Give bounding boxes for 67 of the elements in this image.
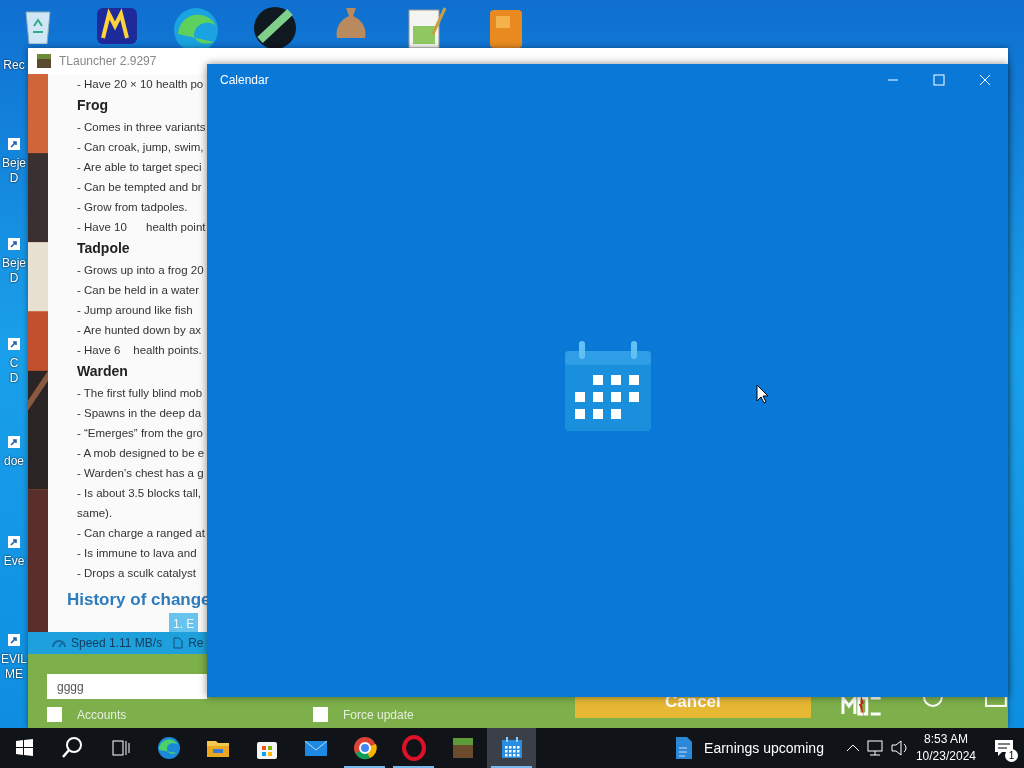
shortcut-icon[interactable]: [8, 338, 20, 350]
desktop-icon-label[interactable]: D: [9, 271, 19, 286]
article-line: - Are hunted down by ax: [77, 323, 202, 338]
shortcut-icon[interactable]: [8, 138, 20, 150]
desktop-icon-label[interactable]: Rec: [3, 58, 25, 73]
desktop-icon-label[interactable]: EVIL: [1, 652, 27, 667]
article-line: - “Emerges” from the gro: [77, 426, 203, 441]
grass-block-icon: [37, 54, 51, 68]
checkbox[interactable]: [47, 707, 62, 722]
article-line: - Grow from tadpoles.: [77, 200, 188, 215]
article-line: - The first fully blind mob: [77, 386, 203, 401]
notification-icon: [994, 739, 1014, 757]
shortcut-icon[interactable]: [8, 634, 20, 646]
document-icon: [173, 637, 184, 649]
window-title: TLauncher 2.9297: [59, 54, 157, 68]
shortcut-icon[interactable]: [8, 536, 20, 548]
article-line: - Can croak, jump, swim,: [77, 140, 204, 155]
window-title: Calendar: [220, 73, 270, 87]
section-heading: Warden: [77, 362, 128, 381]
article-line: - Is immune to lava and: [77, 546, 197, 561]
edge-icon: [155, 735, 182, 761]
calendar-icon: [564, 340, 651, 433]
speedometer-icon: [52, 638, 66, 648]
article-line: - Grows up into a frog 20: [77, 263, 204, 278]
desktop-icon-label[interactable]: doe: [4, 454, 24, 469]
desktop-icon-label[interactable]: Beje: [2, 256, 26, 271]
shortcut-icon[interactable]: [8, 436, 20, 448]
desktop-icon-label[interactable]: ME: [5, 667, 23, 682]
status-text: Re: [188, 636, 204, 650]
download-speed: Speed 1.11 MB/s: [71, 636, 163, 650]
checkbox-label[interactable]: Accounts: [77, 707, 127, 722]
article-line: - Have 10 health point: [77, 220, 206, 235]
shortcut-icon[interactable]: [8, 238, 20, 250]
game-icon[interactable]: [252, 4, 298, 48]
article-line: - Can charge a ranged at: [77, 526, 205, 541]
chrome-icon: [351, 735, 378, 761]
desktop-icon-label[interactable]: D: [9, 371, 19, 386]
cursor-icon: [756, 384, 770, 404]
article-line: - Are able to target speci: [77, 160, 202, 175]
article-line: - Comes in three variants: [77, 120, 206, 135]
article-line: - Warden’s chest has a g: [77, 466, 204, 481]
article-line: - Spawns in the deep da: [77, 406, 202, 421]
desktop-icon-label[interactable]: C: [9, 356, 19, 371]
checkbox-label[interactable]: Force update: [343, 707, 414, 722]
section-heading: Frog: [77, 96, 109, 115]
article-line: - Can be tempted and br: [77, 180, 202, 195]
document-icon: [674, 736, 695, 760]
article-line: - Have 6 health points.: [77, 343, 202, 358]
article-line: same).: [77, 506, 113, 521]
clock[interactable]: 8:53 AM 10/23/2024: [915, 731, 976, 765]
checkbox[interactable]: [313, 707, 328, 722]
news-widget[interactable]: Earnings upcoming: [674, 736, 824, 760]
notification-button[interactable]: 1: [984, 728, 1024, 768]
desktop-icon-label[interactable]: Eve: [3, 554, 25, 569]
desktop-icon-label[interactable]: D: [9, 171, 19, 186]
article-line: - Have 20 × 10 health po: [77, 77, 204, 92]
article-line: - Jump around like fish: [77, 303, 193, 318]
article-line: - Can be held in a water: [77, 283, 200, 298]
taskbar-app-button[interactable]: [487, 728, 536, 768]
opera-icon: [400, 735, 427, 761]
section-heading: Tadpole: [77, 239, 130, 258]
desktop-icon-label[interactable]: Beje: [2, 156, 26, 171]
article-line: - Drops a sculk catalyst: [77, 566, 196, 581]
article-line: - Is about 3.5 blocks tall,: [77, 486, 201, 501]
input-field[interactable]: gggg: [47, 674, 207, 699]
history-tab[interactable]: 1. E: [169, 613, 199, 632]
article-line: - A mob designed to be e: [77, 446, 205, 461]
